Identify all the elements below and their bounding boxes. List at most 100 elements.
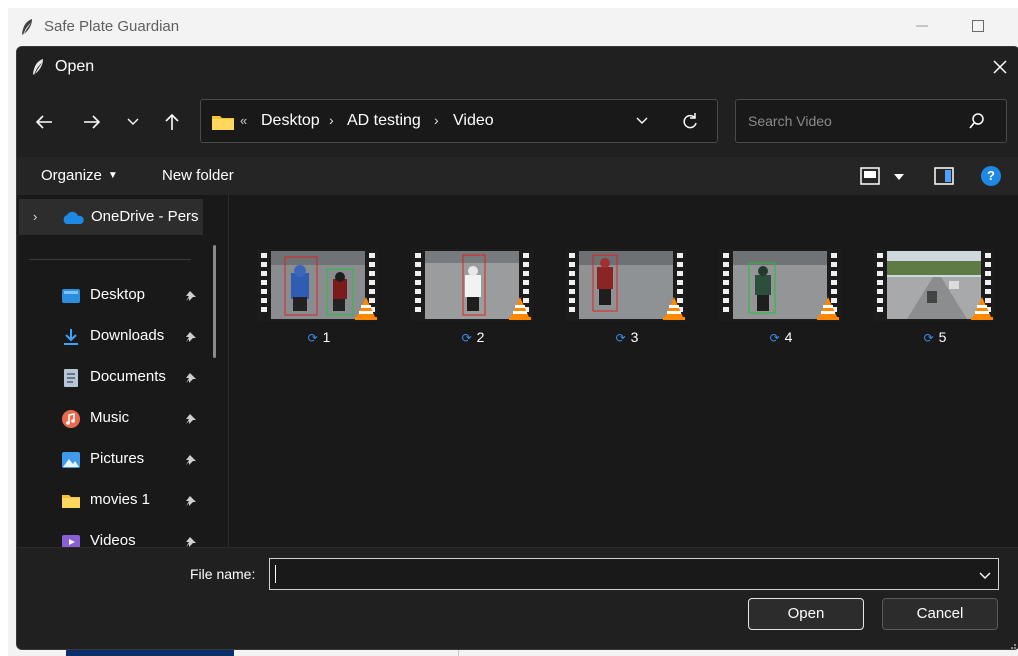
- refresh-icon[interactable]: [681, 112, 699, 135]
- sidebar-item-music[interactable]: Music: [61, 404, 201, 434]
- up-arrow-icon[interactable]: [159, 109, 185, 135]
- music-icon: [61, 409, 81, 429]
- folder-icon: [211, 113, 235, 136]
- video-frame: [733, 251, 827, 319]
- file-name-text: 5: [938, 329, 947, 345]
- view-mode-caret-icon[interactable]: [893, 169, 905, 187]
- help-icon[interactable]: ?: [981, 166, 1001, 186]
- cancel-button[interactable]: Cancel: [882, 598, 998, 630]
- video-thumbnail: [873, 249, 995, 321]
- expand-chevron-icon[interactable]: ›: [33, 209, 37, 224]
- video-frame: [425, 251, 519, 319]
- file-name: ⟳ 3: [565, 329, 689, 345]
- organize-button[interactable]: Organize ▼: [41, 167, 118, 184]
- pin-icon[interactable]: [185, 289, 197, 307]
- file-name-text: 1: [322, 329, 331, 345]
- sidebar-item-documents[interactable]: Documents: [61, 363, 201, 393]
- sidebar-item-onedrive[interactable]: › OneDrive - Pers: [19, 199, 203, 235]
- sync-icon: ⟳: [615, 331, 626, 345]
- sync-icon: ⟳: [769, 331, 780, 345]
- search-icon[interactable]: [968, 112, 986, 135]
- breadcrumb-separator-icon: ›: [329, 112, 334, 128]
- vlc-cone-icon: [353, 295, 379, 326]
- file-name-text: 2: [476, 329, 485, 345]
- navigation-bar: « Desktop › AD testing › Video Search Vi…: [17, 87, 1018, 157]
- minimize-button[interactable]: [910, 14, 934, 38]
- sidebar-item-label: Documents: [90, 368, 166, 385]
- file-tile[interactable]: ⟳ 1: [257, 249, 381, 349]
- resize-grip-icon[interactable]: [1007, 640, 1017, 649]
- file-tile[interactable]: ⟳ 2: [411, 249, 535, 349]
- search-input[interactable]: Search Video: [748, 113, 832, 129]
- video-thumbnail: [565, 249, 687, 321]
- video-thumbnail: [719, 249, 841, 321]
- breadcrumb-ad-testing[interactable]: AD testing: [347, 112, 421, 130]
- new-folder-button[interactable]: New folder: [162, 167, 234, 184]
- sidebar-item-label: Downloads: [90, 327, 165, 344]
- parent-window-title: Safe Plate Guardian: [44, 18, 180, 35]
- parent-divider: [458, 649, 459, 656]
- file-name: ⟳ 5: [873, 329, 997, 345]
- pin-icon[interactable]: [185, 330, 197, 348]
- sidebar-item-desktop[interactable]: Desktop: [61, 281, 201, 311]
- open-file-dialog: Open « Desktop › AD testing › Video Sear…: [16, 46, 1018, 650]
- video-frame: [887, 251, 981, 319]
- open-button[interactable]: Open: [748, 598, 864, 630]
- file-name-dropdown-chevron-icon[interactable]: [979, 568, 991, 586]
- preview-pane-icon[interactable]: [934, 167, 954, 190]
- close-icon[interactable]: [989, 56, 1011, 78]
- breadcrumb-separator-icon: ›: [434, 112, 439, 128]
- file-name: ⟳ 1: [257, 329, 381, 345]
- search-box[interactable]: Search Video: [735, 99, 1007, 143]
- pin-icon[interactable]: [185, 494, 197, 512]
- address-bar[interactable]: « Desktop › AD testing › Video: [200, 99, 718, 143]
- videos-icon: [61, 532, 81, 547]
- breadcrumb-video[interactable]: Video: [453, 112, 494, 130]
- film-sprocket-holes: [877, 253, 883, 317]
- pin-icon[interactable]: [185, 412, 197, 430]
- download-icon: [61, 327, 81, 347]
- dialog-title: Open: [55, 58, 95, 75]
- film-sprocket-holes: [261, 253, 267, 317]
- video-frame: [271, 251, 365, 319]
- dialog-titlebar: Open: [17, 47, 1018, 87]
- file-tile[interactable]: ⟳ 3: [565, 249, 689, 349]
- file-list: ⟳ 1 ⟳ 2 ⟳ 3 ⟳ 4 ⟳ 5: [229, 195, 1018, 547]
- pin-icon[interactable]: [185, 453, 197, 471]
- address-dropdown-chevron-icon[interactable]: [635, 114, 649, 132]
- text-cursor: [275, 565, 276, 583]
- vlc-cone-icon: [507, 295, 533, 326]
- back-arrow-icon[interactable]: [31, 109, 57, 135]
- folder-icon: [61, 491, 81, 511]
- file-name-input[interactable]: [269, 558, 999, 590]
- sidebar-item-downloads[interactable]: Downloads: [61, 322, 201, 352]
- video-frame: [579, 251, 673, 319]
- sidebar-item-label: OneDrive - Pers: [91, 208, 199, 225]
- maximize-button[interactable]: [972, 20, 984, 32]
- sidebar-item-pictures[interactable]: Pictures: [61, 445, 201, 475]
- sidebar-item-label: movies 1: [90, 491, 151, 508]
- recent-locations-chevron-icon[interactable]: [120, 109, 146, 135]
- pin-icon[interactable]: [185, 535, 197, 547]
- sync-icon: ⟳: [461, 331, 472, 345]
- file-tile[interactable]: ⟳ 5: [873, 249, 997, 349]
- breadcrumb-desktop[interactable]: Desktop: [261, 112, 320, 130]
- film-sprocket-holes: [569, 253, 575, 317]
- file-tile[interactable]: ⟳ 4: [719, 249, 843, 349]
- sidebar-item-videos[interactable]: Videos: [61, 527, 201, 547]
- sync-icon: ⟳: [923, 331, 934, 345]
- file-name: ⟳ 2: [411, 329, 535, 345]
- video-thumbnail: [257, 249, 379, 321]
- pictures-icon: [61, 450, 81, 470]
- sidebar-item-label: Desktop: [90, 286, 146, 303]
- file-name: ⟳ 4: [719, 329, 843, 345]
- sidebar-divider: [29, 259, 191, 260]
- vlc-cone-icon: [815, 295, 841, 326]
- video-thumbnail: [411, 249, 533, 321]
- pin-icon[interactable]: [185, 371, 197, 389]
- view-mode-icon[interactable]: [860, 167, 880, 190]
- breadcrumb-overflow[interactable]: «: [240, 113, 247, 128]
- sidebar-scrollbar[interactable]: [213, 245, 216, 358]
- forward-arrow-icon[interactable]: [79, 109, 105, 135]
- sidebar-item-movies-1[interactable]: movies 1: [61, 486, 201, 516]
